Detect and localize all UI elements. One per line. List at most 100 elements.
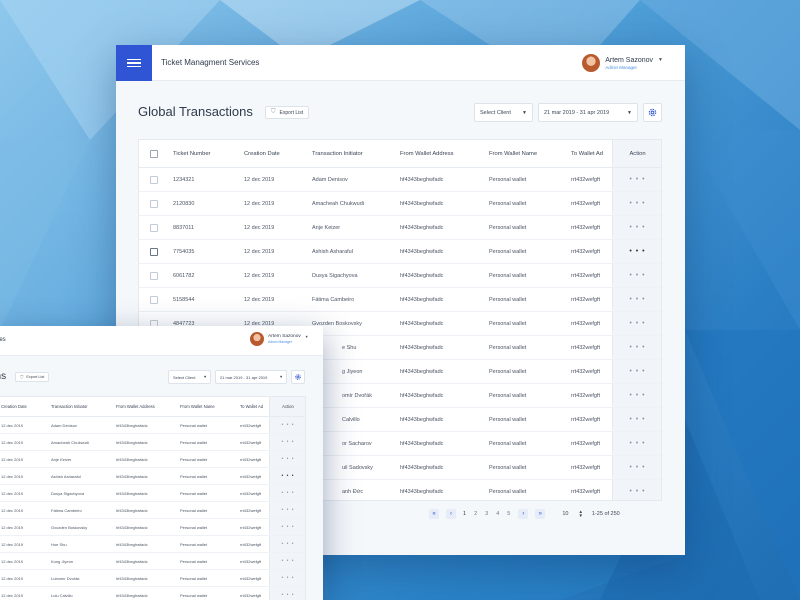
cell-from-wallet-address: hf4343beghwfadc xyxy=(116,490,148,496)
header-creation-date[interactable]: Creation Date xyxy=(1,397,45,416)
settings-button[interactable] xyxy=(643,103,662,122)
table-row[interactable]: 12 dec 2019 Ashish Asharaful hf4343beghwfa… xyxy=(0,468,305,485)
export-list-label: Export List xyxy=(26,375,45,379)
export-list-label: Export List xyxy=(279,109,304,116)
row-action-menu[interactable]: • • • xyxy=(612,168,661,191)
row-action-menu[interactable]: • • • xyxy=(612,480,661,500)
page-size-value[interactable]: 10 xyxy=(562,511,568,517)
row-action-menu[interactable]: • • • xyxy=(269,417,305,433)
row-checkbox[interactable] xyxy=(150,200,158,208)
table-row[interactable]: 6061782 12 dec 2019 Dusya Sigachyova hf4343… xyxy=(139,264,661,288)
cell-from-wallet-name: Personal wallet xyxy=(180,524,208,530)
row-action-menu[interactable]: • • • xyxy=(269,587,305,600)
table-row[interactable]: 12 dec 2019 Dusya Sigachyova hf4343beghwfa… xyxy=(0,485,305,502)
header-from-wallet-name[interactable]: From Wallet Name xyxy=(180,397,238,416)
row-action-menu[interactable]: • • • xyxy=(612,360,661,383)
row-action-menu[interactable]: • • • xyxy=(612,384,661,407)
page-3[interactable]: 3 xyxy=(485,511,488,517)
table-row[interactable]: 12 dec 2019 Kung Jiyeon hf4343beghwfadc Per… xyxy=(0,553,305,570)
row-action-menu[interactable]: • • • xyxy=(612,192,661,215)
header-from-wallet-address[interactable]: From Wallet Address xyxy=(400,140,486,167)
page-4[interactable]: 4 xyxy=(496,511,499,517)
table-row[interactable]: 8837011 12 dec 2019 Anje Keizer hf4343beghw… xyxy=(139,216,661,240)
table-row[interactable]: 2120830 12 dec 2019 Amacheah Chukwudi hf434… xyxy=(139,192,661,216)
table-row[interactable]: 12 dec 2019 Amacheah Chukwudi hf4343beghwf… xyxy=(0,434,305,451)
row-action-menu[interactable]: • • • xyxy=(269,536,305,552)
cell-from-wallet-name: Personal wallet xyxy=(180,558,208,564)
table-row[interactable]: 12 dec 2019 Gvozden Boskovsky hf4343beghwf… xyxy=(0,519,305,536)
last-page-icon[interactable]: » xyxy=(535,509,546,519)
row-checkbox[interactable] xyxy=(150,272,158,280)
row-action-menu[interactable]: • • • xyxy=(269,434,305,450)
secondary-export-list-button[interactable]: ⛉ Export List xyxy=(15,372,50,382)
client-select-value: Select Client xyxy=(480,109,511,116)
date-range-select[interactable]: 21 mar 2019 - 31 apr 2019 ▼ xyxy=(538,103,638,122)
row-action-menu[interactable]: • • • xyxy=(269,451,305,467)
avatar xyxy=(582,54,601,72)
header-from-wallet-address[interactable]: From Wallet Address xyxy=(116,397,178,416)
secondary-client-select[interactable]: Select Client ▼ xyxy=(168,370,211,384)
table-row[interactable]: 12 dec 2019 Adam Denisov hf4343beghwfadc Pe… xyxy=(0,417,305,434)
row-checkbox[interactable] xyxy=(150,248,158,256)
row-action-menu[interactable]: • • • xyxy=(269,468,305,484)
header-from-wallet-name[interactable]: From Wallet Name xyxy=(489,140,569,167)
row-checkbox[interactable] xyxy=(150,176,158,184)
row-action-menu[interactable]: • • • xyxy=(269,553,305,569)
header-to-wallet-address[interactable]: To Wallet Ad xyxy=(240,397,268,416)
cell-creation-date: 12 dec 2019 xyxy=(1,473,24,479)
page-1[interactable]: 1 xyxy=(463,511,466,517)
row-action-menu[interactable]: • • • xyxy=(612,264,661,287)
cell-from-wallet-address: hf4343beghwfadc xyxy=(116,507,148,513)
menu-button[interactable] xyxy=(116,45,152,81)
table-row[interactable]: 12 dec 2019 Lubomír Dvořák hf4343beghwfadc… xyxy=(0,570,305,587)
secondary-settings-button[interactable] xyxy=(291,370,305,384)
chevron-right-icon[interactable]: › xyxy=(518,509,529,519)
header-transaction-initiator[interactable]: Transaction Initiator xyxy=(312,140,398,167)
row-action-menu[interactable]: • • • xyxy=(612,336,661,359)
user-menu[interactable]: Artem Sazonov Admin Manager ▼ xyxy=(582,53,663,73)
header-ticket-number[interactable]: Ticket Number xyxy=(173,140,239,167)
secondary-date-range-select[interactable]: 21 mar 2019 - 31 apr 2019 ▼ xyxy=(215,370,287,384)
cell-creation-date: 12 dec 2019 xyxy=(1,490,24,496)
page-2[interactable]: 2 xyxy=(474,511,477,517)
header-creation-date[interactable]: Creation Date xyxy=(244,140,308,167)
cell-to-wallet-address: rrt432wefgft xyxy=(571,488,601,495)
table-row[interactable]: 5158544 12 dec 2019 Fátima Cambeiro hf4343b… xyxy=(139,288,661,312)
row-action-menu[interactable]: • • • xyxy=(612,216,661,239)
row-action-menu[interactable]: • • • xyxy=(269,485,305,501)
row-action-menu[interactable]: • • • xyxy=(269,502,305,518)
page-size-stepper[interactable]: ▲ ▼ xyxy=(578,509,582,519)
row-action-menu[interactable]: • • • xyxy=(269,519,305,535)
header-to-wallet-address[interactable]: To Wallet Ad xyxy=(571,140,611,167)
table-row[interactable]: 12 dec 2019 Lulu Calvillo hf4343beghwfadc P… xyxy=(0,587,305,600)
cell-from-wallet-name: Personal wallet xyxy=(489,248,527,255)
row-action-menu[interactable]: • • • xyxy=(612,408,661,431)
row-action-menu[interactable]: • • • xyxy=(612,312,661,335)
secondary-user-menu[interactable]: Artem Sazonov Admin Manager ▼ xyxy=(250,332,309,346)
row-action-menu[interactable]: • • • xyxy=(612,240,661,263)
row-action-menu[interactable]: • • • xyxy=(612,456,661,479)
table-row[interactable]: 12 dec 2019 Anje Keizer hf4343beghwfadc Per… xyxy=(0,451,305,468)
cell-creation-date: 12 dec 2019 xyxy=(1,456,24,462)
export-list-button[interactable]: ⛉ Export List xyxy=(265,106,310,119)
caret-down-icon: ▼ xyxy=(522,110,527,116)
chevron-left-icon[interactable]: ‹ xyxy=(446,509,456,519)
cell-from-wallet-name: Personal wallet xyxy=(489,176,527,183)
select-all-checkbox[interactable] xyxy=(150,150,158,158)
cell-from-wallet-address: hf4343beghwfadc xyxy=(116,473,148,479)
first-page-icon[interactable]: « xyxy=(429,509,439,519)
row-checkbox[interactable] xyxy=(150,296,158,304)
row-action-menu[interactable]: • • • xyxy=(612,432,661,455)
row-action-menu[interactable]: • • • xyxy=(612,288,661,311)
row-action-menu[interactable]: • • • xyxy=(269,570,305,586)
table-row[interactable]: 12 dec 2019 Hue Shu hf4343beghwfadc Persona… xyxy=(0,536,305,553)
cell-creation-date: 12 dec 2019 xyxy=(1,541,24,547)
page-5[interactable]: 5 xyxy=(507,511,510,517)
table-row[interactable]: 7754035 12 dec 2019 Ashish Asharaful hf4343… xyxy=(139,240,661,264)
client-select[interactable]: Select Client ▼ xyxy=(474,103,533,122)
cell-creation-date: 12 dec 2019 xyxy=(244,200,275,207)
header-transaction-initiator[interactable]: Transaction Initiator xyxy=(51,397,113,416)
table-row[interactable]: 12 dec 2019 Fátima Cambeiro hf4343beghwfad… xyxy=(0,502,305,519)
table-row[interactable]: 1234321 12 dec 2019 Adam Denisov hf4343begh… xyxy=(139,168,661,192)
row-checkbox[interactable] xyxy=(150,224,158,232)
